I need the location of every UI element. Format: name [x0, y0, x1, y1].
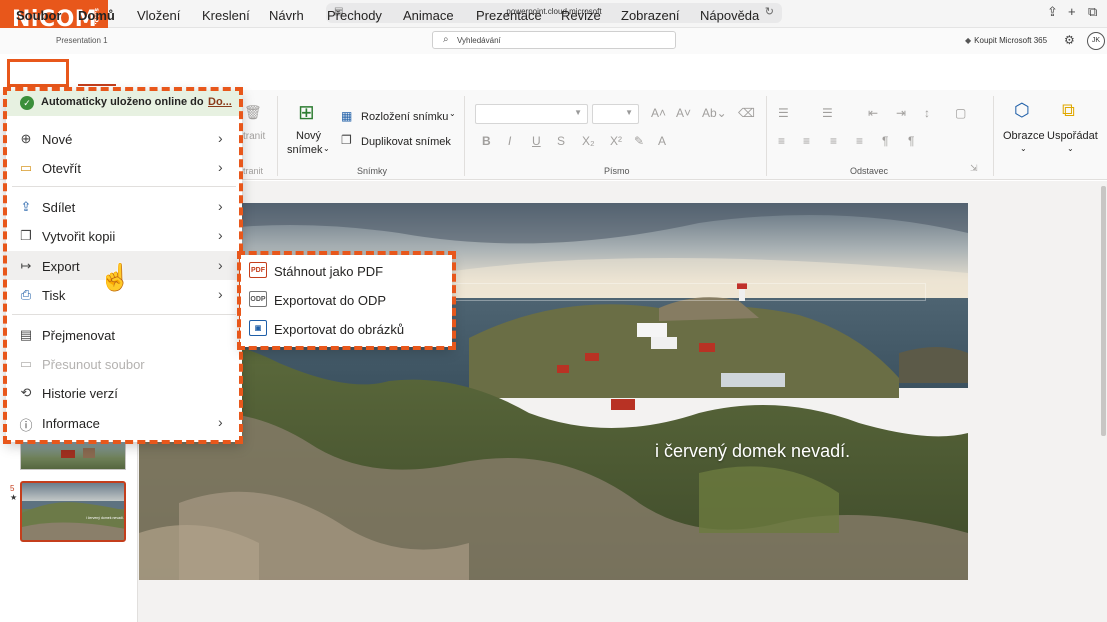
text-effects-icon[interactable]: Ab⌄: [702, 106, 727, 120]
arrange-icon: ⧉: [1062, 100, 1075, 120]
bullets-icon[interactable]: ☰: [778, 106, 789, 120]
chevron-down-icon: ▼: [574, 108, 582, 117]
ribbon-separator: [464, 96, 465, 176]
ltr-icon[interactable]: ¶: [908, 134, 914, 148]
clipboard-partial-label: tranit: [243, 131, 266, 142]
buy-label: Koupit Microsoft 365: [974, 36, 1048, 45]
vertical-scrollbar[interactable]: [1101, 186, 1106, 436]
line-spacing-icon[interactable]: ↕: [924, 106, 930, 120]
search-icon: ⌕: [443, 34, 449, 45]
shapes-label: Obrazce: [1003, 130, 1045, 142]
superscript-icon[interactable]: X²: [610, 134, 622, 148]
document-name[interactable]: Presentation 1: [56, 36, 108, 45]
arrange-label: Uspořádat: [1047, 130, 1098, 142]
tab-prechody[interactable]: Přechody: [327, 8, 382, 23]
tab-prezentace[interactable]: Prezentace: [476, 8, 542, 23]
diamond-icon: ◆: [965, 36, 972, 45]
ribbon-tabs: [0, 56, 1107, 88]
align-center-icon[interactable]: ≡: [803, 134, 810, 148]
highlight-icon[interactable]: ✎: [634, 134, 644, 148]
share-icon[interactable]: ⇪: [1047, 4, 1058, 20]
shapes-icon: ⬡: [1014, 100, 1030, 120]
align-right-icon[interactable]: ≡: [830, 134, 837, 148]
font-color-icon[interactable]: A: [658, 134, 666, 148]
strikethrough-icon[interactable]: S: [557, 134, 565, 148]
bold-icon[interactable]: B: [482, 134, 491, 148]
tabs-overview-icon[interactable]: ⧉: [1088, 4, 1097, 20]
tab-soubor[interactable]: Soubor: [16, 8, 62, 23]
numbering-icon[interactable]: ☰: [822, 106, 833, 120]
tab-kresleni[interactable]: Kreslení: [202, 8, 250, 23]
underline-icon[interactable]: U: [532, 134, 541, 148]
chevron-down-icon: ▼: [625, 108, 633, 117]
search-placeholder: Vyhledávání: [457, 36, 501, 45]
new-slide-label-1: Nový: [296, 130, 322, 142]
chevron-down-icon: ⌄: [1067, 144, 1074, 153]
grow-font-icon[interactable]: A˄: [651, 106, 666, 120]
tab-zobrazeni[interactable]: Zobrazení: [621, 8, 680, 23]
font-size-select[interactable]: ▼: [592, 104, 639, 124]
new-tab-icon[interactable]: +: [1068, 4, 1076, 19]
decrease-indent-icon[interactable]: ⇤: [868, 106, 878, 120]
chevron-down-icon: ⌄: [449, 109, 456, 118]
clear-format-icon[interactable]: ⌫: [738, 106, 755, 120]
chevron-down-icon: ⌄: [323, 144, 330, 153]
avatar[interactable]: JK: [1087, 32, 1105, 50]
duplicate-label: Duplikovat snímek: [361, 136, 451, 148]
tab-animace[interactable]: Animace: [403, 8, 454, 23]
italic-icon[interactable]: I: [508, 134, 511, 148]
ribbon-separator: [277, 96, 278, 176]
rtl-icon[interactable]: ¶: [882, 134, 888, 148]
active-tab-indicator: [78, 84, 116, 86]
new-slide-label-2: snímek: [287, 144, 323, 156]
new-slide-icon: ⊞: [298, 102, 315, 124]
tab-domu[interactable]: Domů: [78, 8, 115, 23]
text-box-icon[interactable]: ▢: [955, 106, 966, 120]
chevron-down-icon: ⌄: [1020, 144, 1027, 153]
paragraph-group-label: Odstavec: [850, 166, 889, 176]
reload-icon[interactable]: ↻: [765, 5, 774, 18]
gear-icon[interactable]: ⚙: [1064, 33, 1075, 47]
slide-caption[interactable]: i červený domek nevadí.: [655, 441, 850, 462]
delete-icon[interactable]: 🗑: [244, 104, 262, 121]
dialog-launcher-icon[interactable]: ⇲: [970, 163, 978, 174]
tab-revize[interactable]: Revize: [561, 8, 601, 23]
search-box[interactable]: ⌕ Vyhledávání: [432, 31, 676, 49]
buy-microsoft-365-button[interactable]: ◆ Koupit Microsoft 365: [965, 36, 1047, 45]
tab-navrh[interactable]: Návrh: [269, 8, 304, 23]
tab-napoveda[interactable]: Nápověda: [700, 8, 759, 23]
align-left-icon[interactable]: ≡: [778, 134, 785, 148]
duplicate-icon: ❐: [341, 133, 352, 147]
hand-cursor-icon: ☝: [99, 262, 132, 292]
ribbon-separator: [766, 96, 767, 176]
shrink-font-icon[interactable]: A˅: [676, 106, 691, 120]
thumbnail-image: i červený domek nevadí.: [22, 483, 124, 540]
slide-number: 5: [10, 484, 15, 493]
star-icon: ★: [10, 493, 18, 502]
font-family-select[interactable]: ▼: [475, 104, 588, 124]
slide-thumbnail-5[interactable]: i červený domek nevadí.: [20, 481, 126, 542]
layout-label: Rozložení snímku: [361, 111, 449, 123]
thumbnail-caption: i červený domek nevadí.: [86, 516, 124, 520]
increase-indent-icon[interactable]: ⇥: [896, 106, 906, 120]
highlight-frame-soubor: [7, 59, 69, 87]
tab-vlozeni[interactable]: Vložení: [137, 8, 180, 23]
ribbon-separator: [993, 96, 994, 176]
justify-icon[interactable]: ≡: [856, 134, 863, 148]
layout-icon: ▦: [341, 109, 353, 123]
thumbnail-image: [61, 448, 95, 458]
slide-thumbnail-4[interactable]: [20, 441, 126, 470]
app-title-bar: Presentation 1 ⌕ Vyhledávání ◆ Koupit Mic…: [0, 28, 1107, 54]
subscript-icon[interactable]: X₂: [582, 134, 595, 148]
highlight-frame-export-submenu: [237, 251, 456, 350]
font-group-label: Písmo: [604, 166, 630, 176]
slides-group-label: Snímky: [357, 166, 388, 176]
clipboard-group-partial: tranit: [243, 166, 264, 176]
